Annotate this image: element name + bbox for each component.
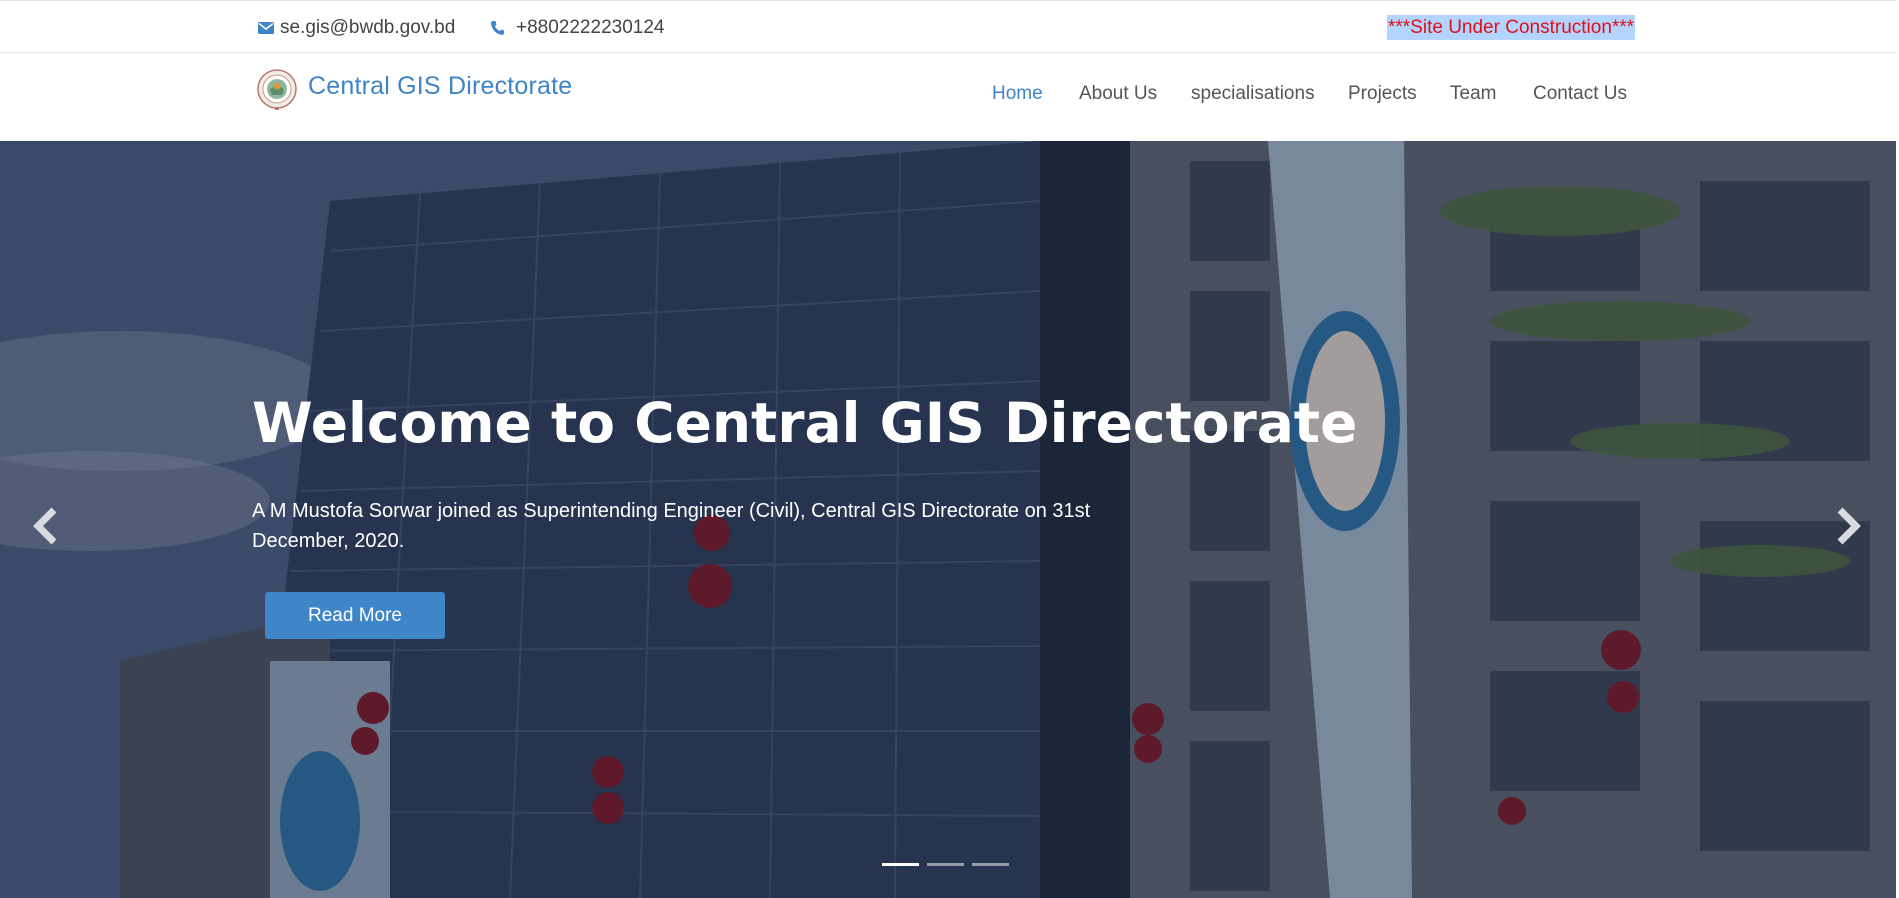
nav-home[interactable]: Home: [992, 83, 1043, 105]
chevron-left-icon: [33, 507, 57, 545]
top-contact-bar: se.gis@bwdb.gov.bd +8802222230124 ***Sit…: [0, 0, 1899, 53]
email-text: se.gis@bwdb.gov.bd: [280, 16, 456, 38]
carousel-indicator-1[interactable]: [882, 863, 919, 866]
construction-notice: ***Site Under Construction***: [1387, 15, 1636, 40]
carousel-indicators: [882, 863, 1009, 866]
hero-carousel: Welcome to Central GIS Directorate A M M…: [0, 141, 1896, 898]
nav-contact-us[interactable]: Contact Us: [1533, 83, 1627, 105]
nav-projects[interactable]: Projects: [1348, 83, 1417, 105]
carousel-prev-button[interactable]: [24, 496, 64, 556]
phone-contact[interactable]: +8802222230124: [490, 1, 664, 54]
carousel-next-button[interactable]: [1830, 496, 1870, 556]
site-header: Central GIS Directorate Home About Us sp…: [0, 53, 1899, 141]
envelope-icon: [258, 21, 274, 34]
phone-icon: [490, 20, 504, 36]
nav-about-us[interactable]: About Us: [1079, 83, 1157, 105]
chevron-right-icon: [1837, 507, 1861, 545]
nav-team[interactable]: Team: [1450, 83, 1496, 105]
hero-title: Welcome to Central GIS Directorate: [252, 391, 1358, 455]
hero-subtitle: A M Mustofa Sorwar joined as Superintend…: [252, 500, 1091, 552]
read-more-button[interactable]: Read More: [265, 592, 445, 639]
carousel-indicator-3[interactable]: [972, 863, 1009, 866]
phone-text: +8802222230124: [516, 16, 665, 38]
nav-specialisations[interactable]: specialisations: [1191, 83, 1315, 105]
carousel-indicator-2[interactable]: [927, 863, 964, 866]
main-nav: Home About Us specialisations Projects T…: [0, 83, 1899, 113]
email-contact[interactable]: se.gis@bwdb.gov.bd: [258, 1, 455, 54]
